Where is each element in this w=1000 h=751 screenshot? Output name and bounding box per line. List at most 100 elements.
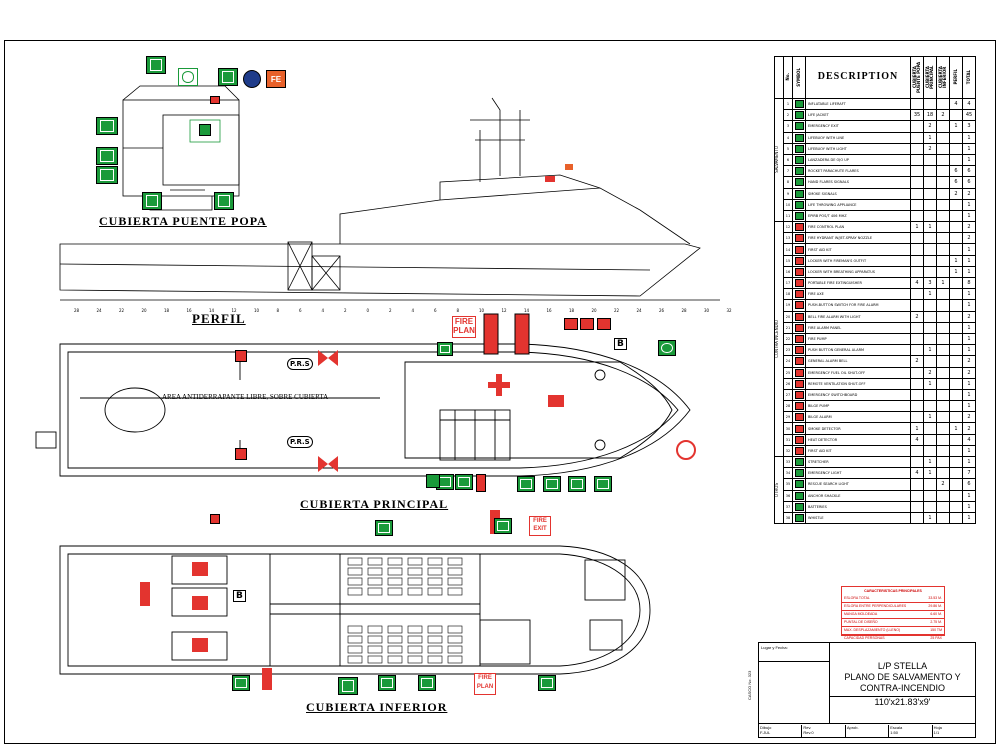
main-exit-icon <box>517 476 535 492</box>
legend-row-number: 5 <box>783 142 793 155</box>
legend-description: BILGE ALARM <box>805 411 911 424</box>
legend-header-row: No. SYMBOL DESCRIPTION CUBIERTA PUENTE P… <box>774 56 976 99</box>
ruler-tick-label: 30 <box>704 308 710 313</box>
legend-count <box>936 310 950 323</box>
main-fire-locker <box>548 395 564 407</box>
legend-count <box>949 232 963 245</box>
seat <box>367 635 383 644</box>
legend-symbol-icon <box>794 100 804 109</box>
legend-description-header: DESCRIPTION <box>805 56 911 99</box>
legend-count <box>936 511 950 525</box>
legend-count <box>923 422 937 435</box>
legend-description: EPIRB POS/T 406 MHZ <box>805 209 911 223</box>
legend-row: 28 BILGE PUMP 1 <box>775 400 976 413</box>
legend-count: 1 <box>962 332 976 346</box>
legend-row: 25 EMERGENCY FUEL OIL SHUT-OFF 2 2 <box>775 366 976 379</box>
main-first-aid-icon <box>568 476 586 492</box>
legend-symbol-icon <box>794 267 804 276</box>
legend-row-number: 10 <box>783 198 793 211</box>
characteristic-row: ESLORA ENTRE PERPENDICULARES 29.86 M. <box>842 603 944 611</box>
legend-count <box>936 422 950 435</box>
characteristic-key: ESLORA TOTAL <box>844 596 870 600</box>
legend-count: 6 <box>949 176 963 189</box>
characteristics-title: CARACTERISTICAS PRINCIPALES <box>864 589 922 593</box>
legend-count <box>936 288 950 301</box>
legend-symbol-icon <box>794 435 804 444</box>
seat <box>407 587 423 596</box>
legend-count <box>949 299 963 312</box>
legend-col-total: TOTAL <box>962 56 976 99</box>
legend-count <box>936 198 950 211</box>
profile-light <box>565 164 573 170</box>
title-footer-cell: Hoja 1/1 <box>933 725 977 737</box>
legend-symbol-icon <box>794 323 804 332</box>
legend-row: 30 SMOKE DETECTOR 1 1 2 <box>775 422 976 435</box>
legend-row-number: 4 <box>783 131 793 144</box>
legend-row-number: 31 <box>783 433 793 446</box>
ruler-tick-label: 12 <box>502 308 508 313</box>
legend-count: 6 <box>962 478 976 491</box>
legend-count <box>923 232 937 245</box>
legend-count: 3 <box>962 120 976 133</box>
legend-count <box>949 467 963 480</box>
legend-symbol-icon <box>794 211 804 220</box>
lower-lifebuoy-icon <box>378 675 396 691</box>
legend-symbol <box>792 310 806 323</box>
legend-count <box>949 243 963 256</box>
legend-row: SALVAMENTO 1 INFLATABLE LIFERAFT 4 4 <box>774 97 976 223</box>
legend-row-number: 17 <box>783 276 793 290</box>
legend-symbol <box>792 377 806 390</box>
legend-count <box>949 310 963 323</box>
legend-description: FIRE CONTROL PLAN <box>805 221 911 234</box>
characteristic-key: CAPACIDAD PERSONAS <box>844 636 885 640</box>
legend-symbol-icon <box>794 357 804 366</box>
legend-row-number: 22 <box>783 332 793 346</box>
legend-count <box>910 366 924 379</box>
legend-symbol <box>792 276 806 290</box>
legend-row: 3 EMERGENCY EXIT 2 1 3 <box>775 120 976 133</box>
seat <box>387 625 403 634</box>
legend-symbol <box>792 109 806 122</box>
legend-description: HAND FLARES SIGNALS <box>805 176 911 189</box>
drawing-frame: 28 24 22 20 18 16 14 12 10 8 6 4 2 0 2 4 6 8 10 12 14 16 18 20 2… <box>0 0 1000 751</box>
legend-count: 1 <box>962 388 976 402</box>
legend-row-number: 37 <box>783 500 793 513</box>
lower-life-jacket-icon <box>375 520 393 536</box>
legend-symbol-icon <box>794 301 804 310</box>
main-life-jacket-icon-2 <box>455 474 473 490</box>
legend-count <box>910 97 924 111</box>
seat <box>367 587 383 596</box>
legend-count <box>910 478 924 491</box>
legend-count: 1 <box>962 455 976 469</box>
legend-count: 6 <box>949 165 963 178</box>
fire-extinguisher-sign-icon: FE <box>266 70 286 88</box>
legend-count: 35 <box>910 109 924 122</box>
ruler-tick-label: 10 <box>254 308 260 313</box>
epirb-icon <box>243 70 261 88</box>
legend-symbol <box>792 120 806 133</box>
legend-row: 23 PUSH BUTTON GENERAL ALARM 1 1 <box>775 344 976 357</box>
lower-b-mark: B <box>233 590 246 602</box>
legend-symbol <box>792 131 806 144</box>
title-footer: Dibujo F.JUL Rev. Rev.0 Aprob. Escala 1:50 Hoja… <box>759 725 977 737</box>
main-fire-axe-icon <box>597 318 611 330</box>
legend-description: GENERAL ALARM BELL <box>805 355 911 368</box>
legend-count <box>949 276 963 290</box>
legend-count <box>910 187 924 200</box>
legend-count: 1 <box>923 344 937 357</box>
legend-symbol-icon <box>794 189 804 198</box>
legend-description: BILGE PUMP <box>805 400 911 413</box>
legend-symbol <box>792 411 806 424</box>
legend-description: PUSH-BUTTON SWITCH FOR FIRE ALARM <box>805 299 911 312</box>
legend-symbol-icon <box>794 480 804 489</box>
seat <box>447 635 463 644</box>
legend-description: INFLATABLE LIFERAFT <box>805 97 911 111</box>
characteristic-row: PUNTAL DE DISEÑO 2.75 M. <box>842 619 944 627</box>
ruler-tick-label: 22 <box>614 308 620 313</box>
ruler-tick-label: 6 <box>299 308 302 313</box>
legend-symbol <box>792 176 806 189</box>
title-footer-value: F.JUL <box>760 730 771 735</box>
legend-count <box>910 344 924 357</box>
main-assembly-icon <box>543 476 561 492</box>
ruler-tick-label: 20 <box>142 308 148 313</box>
